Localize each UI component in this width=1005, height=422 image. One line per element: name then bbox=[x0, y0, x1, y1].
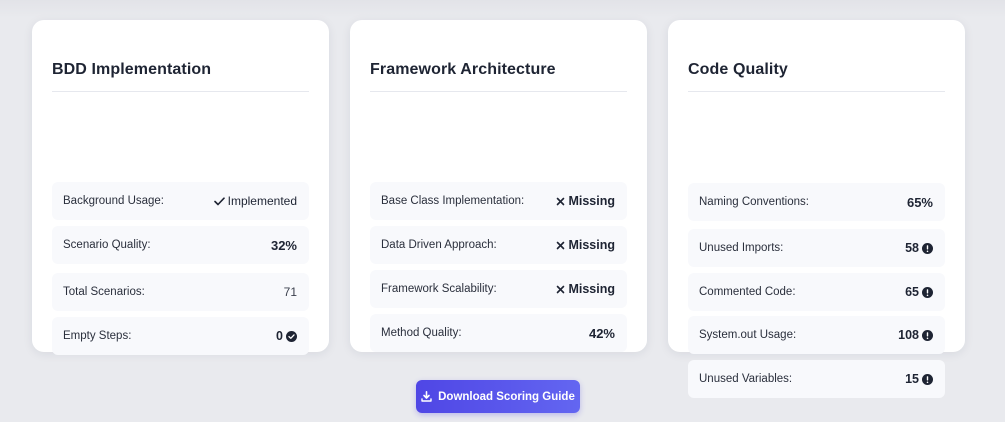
download-icon bbox=[421, 391, 432, 402]
card-title: Framework Architecture bbox=[370, 20, 627, 92]
row-label: Total Scenarios: bbox=[63, 286, 145, 298]
row-method-quality: Method Quality: 42% bbox=[370, 314, 627, 352]
top-shadow bbox=[0, 0, 1005, 18]
alert-circle-icon bbox=[922, 286, 933, 298]
row-commented-code: Commented Code: 65 bbox=[688, 273, 945, 311]
x-icon bbox=[556, 197, 565, 206]
row-naming-conventions: Naming Conventions: 65% bbox=[688, 183, 945, 221]
row-scenario-quality: Scenario Quality: 32% bbox=[52, 226, 309, 264]
row-value: 0 bbox=[276, 329, 297, 343]
row-value: 15 bbox=[905, 372, 933, 386]
row-value: 108 bbox=[898, 328, 933, 342]
download-scoring-guide-button[interactable]: Download Scoring Guide bbox=[416, 380, 580, 413]
alert-circle-icon bbox=[922, 373, 933, 385]
row-unused-imports: Unused Imports: 58 bbox=[688, 229, 945, 267]
row-total-scenarios: Total Scenarios: 71 bbox=[52, 273, 309, 311]
row-value: Missing bbox=[556, 282, 615, 296]
row-label: Unused Variables: bbox=[699, 373, 793, 385]
row-value: 32% bbox=[270, 237, 297, 253]
download-button-label: Download Scoring Guide bbox=[438, 390, 575, 403]
row-base-class: Base Class Implementation: Missing bbox=[370, 182, 627, 220]
row-label: Naming Conventions: bbox=[699, 196, 809, 208]
x-icon bbox=[556, 285, 565, 294]
row-value: Implemented bbox=[213, 194, 297, 208]
check-circle-icon bbox=[286, 330, 297, 342]
bdd-implementation-card: BDD Implementation Background Usage: Imp… bbox=[32, 20, 329, 355]
value-text: 65 bbox=[905, 285, 919, 299]
card-title: BDD Implementation bbox=[52, 20, 309, 92]
row-empty-steps: Empty Steps: 0 bbox=[52, 317, 309, 355]
row-value: 71 bbox=[283, 285, 297, 299]
x-icon bbox=[556, 241, 565, 250]
row-label: Scenario Quality: bbox=[63, 239, 151, 251]
row-value: 58 bbox=[905, 241, 933, 255]
row-label: Background Usage: bbox=[63, 195, 165, 207]
row-label: Base Class Implementation: bbox=[381, 195, 525, 207]
value-text: 58 bbox=[905, 241, 919, 255]
code-quality-card: Code Quality Naming Conventions: 65% Unu… bbox=[668, 20, 965, 398]
card-title: Code Quality bbox=[688, 20, 945, 92]
framework-architecture-card: Framework Architecture Base Class Implem… bbox=[350, 20, 647, 352]
value-text: 108 bbox=[898, 328, 919, 342]
row-data-driven: Data Driven Approach: Missing bbox=[370, 226, 627, 264]
value-text: Missing bbox=[568, 282, 615, 296]
check-icon bbox=[213, 196, 225, 206]
row-value: Missing bbox=[556, 194, 615, 208]
value-text: 15 bbox=[905, 372, 919, 386]
alert-circle-icon bbox=[922, 329, 933, 341]
score-cards: BDD Implementation Background Usage: Imp… bbox=[32, 20, 965, 398]
row-label: Data Driven Approach: bbox=[381, 239, 497, 251]
row-system-out-usage: System.out Usage: 108 bbox=[688, 316, 945, 354]
row-value: Missing bbox=[556, 238, 615, 252]
row-unused-variables: Unused Variables: 15 bbox=[688, 360, 945, 398]
row-framework-scalability: Framework Scalability: Missing bbox=[370, 270, 627, 308]
value-text: Missing bbox=[568, 238, 615, 252]
value-text: Missing bbox=[568, 194, 615, 208]
value-text: 0 bbox=[276, 329, 283, 343]
row-label: Unused Imports: bbox=[699, 242, 784, 254]
value-text: Implemented bbox=[227, 194, 297, 208]
row-label: System.out Usage: bbox=[699, 329, 797, 341]
row-label: Method Quality: bbox=[381, 327, 462, 339]
row-value: 65 bbox=[905, 285, 933, 299]
alert-circle-icon bbox=[922, 242, 933, 254]
row-label: Commented Code: bbox=[699, 286, 796, 298]
row-label: Framework Scalability: bbox=[381, 283, 497, 295]
row-value: 42% bbox=[588, 325, 615, 341]
row-label: Empty Steps: bbox=[63, 330, 132, 342]
row-value: 65% bbox=[906, 194, 933, 210]
row-background-usage: Background Usage: Implemented bbox=[52, 182, 309, 220]
